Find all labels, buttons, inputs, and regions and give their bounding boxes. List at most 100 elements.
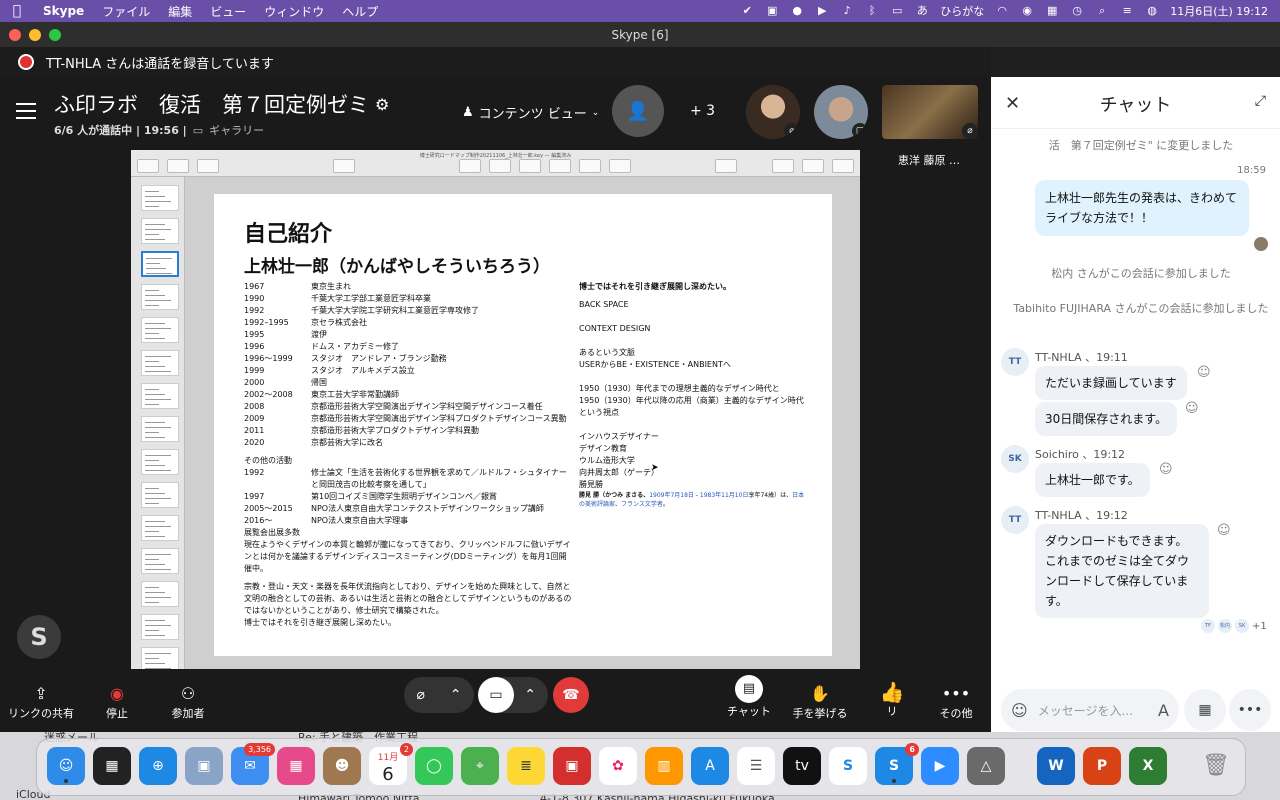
volume-icon[interactable]: ♪ [840,5,854,17]
history-row: 1999 スタジオ アルキメデス設立 [244,365,574,377]
more-label: その他 [939,707,973,720]
menu-file[interactable]: ファイル [93,3,159,20]
safari-icon[interactable]: ⊕ [139,747,177,785]
check-icon[interactable]: ✔ [740,5,754,17]
mail-icon[interactable]: ✉ 3,356 [231,743,275,785]
photos-icon[interactable]: ✿ [599,747,637,785]
input-method-icon[interactable]: あ [915,5,929,17]
my-message-bubble[interactable]: 上林壮一郎先生の発表は、きわめてライブな方法で！！ [1035,180,1249,236]
apple-tv-icon[interactable]: tv [783,747,821,785]
video-button[interactable]: ▭ [478,677,514,713]
message-composer[interactable]: ☺ メッセージを入... A [1001,689,1179,731]
add-reaction-icon[interactable]: ☺ [1217,523,1231,538]
trash-icon[interactable]: 🗑 [1197,747,1235,785]
expand-icon[interactable]: ⤢ [1255,93,1266,109]
notes-icon[interactable]: ≣ [507,747,545,785]
powerpoint-icon[interactable]: P [1083,747,1121,785]
chat-more-button[interactable]: ••• [1229,689,1271,731]
photo-booth-icon[interactable]: ▣ [553,747,591,785]
call-title[interactable]: ふ印ラボ 復活 第７回定例ゼミ ⚙ [54,89,389,119]
emoji-icon[interactable]: ☺ [1011,701,1028,720]
slide-right-line: インハウスデザイナー [579,432,659,441]
add-reaction-icon[interactable]: ☺ [1159,462,1173,477]
content-view-dropdown[interactable]: ♟ コンテンツ ビュー ⌄ [462,103,599,122]
add-reaction-icon[interactable]: ☺ [1197,365,1211,380]
menu-edit[interactable]: 編集 [159,3,201,20]
message-bubble[interactable]: 上林壮一郎です。 [1035,463,1150,497]
clock-icon[interactable]: ◷ [1070,5,1084,17]
word-icon[interactable]: W [1037,747,1075,785]
menu-app-skype[interactable]: Skype [34,4,93,18]
message-bubble[interactable]: ダウンロードもできます。これまでのゼミは全てダウンロードして保存しています。 [1035,524,1209,618]
bluetooth-icon[interactable]: ᛒ [865,5,879,17]
mission-control-icon[interactable]: ▦ [93,747,131,785]
maps-icon[interactable]: ⌖ [461,747,499,785]
participants-button[interactable]: ⚇ 参加者 [166,683,210,721]
skype-active-icon[interactable]: S6 [875,743,919,785]
excel-icon[interactable]: X [1129,747,1167,785]
history-year: 2011 [244,426,265,435]
cast-icon[interactable]: ▣ [765,5,779,17]
play-icon[interactable]: ▶ [815,5,829,17]
more-participants-count[interactable]: + 3 [690,103,715,119]
participant-avatar[interactable]: ⌀ [746,85,800,139]
user-icon[interactable]: ◉ [1020,5,1034,17]
contacts-icon[interactable]: ☻ [323,747,361,785]
messages-icon[interactable]: ◯ [415,747,453,785]
raise-hand-button[interactable]: ✋ 手を挙げる [792,683,848,721]
participant-avatar[interactable]: ▢ [814,85,868,139]
gear-icon[interactable]: ⚙ [375,95,389,114]
books-icon[interactable]: ▥ [645,747,683,785]
sender-avatar[interactable]: TT [1001,348,1029,376]
add-reaction-icon[interactable]: ☺ [1185,401,1199,416]
mic-off-icon[interactable]: ⌀ [416,687,424,703]
add-participant-button[interactable]: 👤 [612,85,664,137]
control-center-icon[interactable]: ≡ [1120,5,1134,17]
message-bubble[interactable]: ただいま録画しています [1035,366,1187,400]
end-call-button[interactable]: ☎ [553,677,589,713]
chat-toggle-button[interactable]: ▤ チャット [727,675,771,719]
history-text: 修士論文「生活を芸術化する世界観を求めて／ルドルフ・シュタイナーと岡田茂吉の比較… [311,468,567,489]
media-gallery-button[interactable]: ▦ [1184,689,1226,731]
input-method-label[interactable]: ひらがな [940,3,984,19]
app-store-icon[interactable]: A [691,747,729,785]
keyboard-icon[interactable]: ▦ [1045,5,1059,17]
sender-avatar[interactable]: TT [1001,506,1029,534]
menu-icon[interactable] [16,103,36,119]
battery-icon[interactable]: ▭ [890,5,904,17]
participant-video[interactable]: ⌀ [882,85,978,139]
reminders-icon[interactable]: ☰ [737,747,775,785]
launchpad-icon[interactable]: ▦ [277,747,315,785]
menu-view[interactable]: ビュー [201,3,255,20]
share-link-button[interactable]: ⇪ リンクの共有 [8,683,74,721]
menubar-datetime[interactable]: 11月6日(土) 19:12 [1170,3,1268,19]
chevron-up-icon[interactable]: ⌃ [524,687,536,703]
prism-icon[interactable]: △ [967,747,1005,785]
skype-icon[interactable]: S [829,747,867,785]
slide-thumbnail [141,185,179,211]
sender-avatar[interactable]: SK [1001,445,1029,473]
close-window-button[interactable] [9,28,21,41]
format-text-icon[interactable]: A [1158,701,1169,720]
message-input[interactable]: メッセージを入... [1038,702,1148,719]
finder-icon[interactable]: ☺ [47,747,85,785]
menu-window[interactable]: ウィンドウ [255,3,333,20]
siri-icon[interactable]: ◍ [1145,5,1159,17]
message-bubble[interactable]: 30日間保存されます。 [1035,402,1178,436]
menu-help[interactable]: ヘルプ [333,3,387,20]
stop-recording-button[interactable]: ◉ 停止 [96,683,138,721]
wifi-icon[interactable]: ◠ [995,5,1009,17]
zoom-window-button[interactable] [49,28,61,41]
spotlight-icon[interactable]: ⌕ [1095,5,1109,17]
reaction-button[interactable]: 👍 リ [872,681,912,719]
minimize-window-button[interactable] [29,28,41,41]
more-options-button[interactable]: ••• その他 [934,683,978,721]
preview-icon[interactable]: ▣ [185,747,223,785]
calendar-icon[interactable]: 11月 6 2 [369,743,413,785]
gallery-link[interactable]: ギャラリー [209,122,264,138]
zoom-icon[interactable]: ▶ [921,747,959,785]
chevron-up-icon[interactable]: ⌃ [450,687,462,703]
app-status-icon[interactable]: ● [790,5,804,17]
apple-icon[interactable]:  [0,3,34,19]
slide-right-line: あるという文脈 [579,348,635,357]
